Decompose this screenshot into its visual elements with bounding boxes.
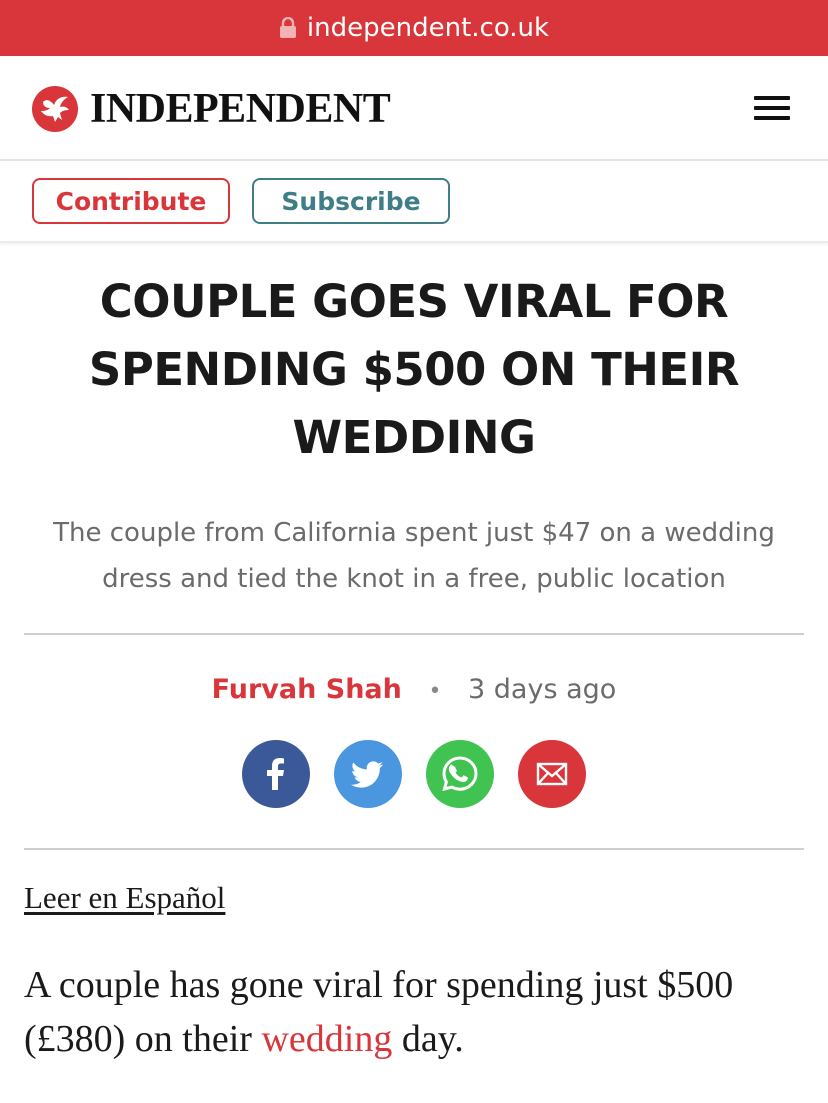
eagle-icon <box>32 86 78 132</box>
whatsapp-share-button[interactable] <box>426 740 494 808</box>
byline-separator: • <box>428 679 442 704</box>
body-text-end: day. <box>392 1018 464 1060</box>
site-header: INDEPENDENT <box>0 56 828 160</box>
facebook-icon <box>267 758 284 790</box>
address-bar[interactable]: independent.co.uk <box>0 0 828 56</box>
action-bar: Contribute Subscribe <box>0 159 828 243</box>
spanish-version-link[interactable]: Leer en Español <box>24 880 225 916</box>
divider <box>24 633 804 635</box>
lock-icon <box>279 17 297 39</box>
byline: Furvah Shah • 3 days ago <box>0 668 828 714</box>
article-headline: COUPLE GOES VIRAL FOR SPENDING $500 ON T… <box>88 275 740 464</box>
author-link[interactable]: Furvah Shah <box>212 674 402 705</box>
whatsapp-icon <box>442 756 478 792</box>
article-body-paragraph: A couple has gone viral for spending jus… <box>24 958 804 1066</box>
email-icon <box>536 762 568 786</box>
divider <box>24 848 804 850</box>
twitter-share-button[interactable] <box>334 740 402 808</box>
menu-icon[interactable] <box>754 96 790 120</box>
contribute-button[interactable]: Contribute <box>32 178 230 224</box>
subscribe-button[interactable]: Subscribe <box>252 178 450 224</box>
twitter-icon <box>351 761 384 788</box>
url-text: independent.co.uk <box>306 13 550 43</box>
wedding-link[interactable]: wedding <box>261 1018 392 1060</box>
logo-link[interactable]: INDEPENDENT <box>32 86 391 132</box>
email-share-button[interactable] <box>518 740 586 808</box>
brand-wordmark: INDEPENDENT <box>90 86 391 132</box>
publish-time: 3 days ago <box>468 674 617 705</box>
article-standfirst: The couple from California spent just $4… <box>53 518 775 594</box>
facebook-share-button[interactable] <box>242 740 310 808</box>
